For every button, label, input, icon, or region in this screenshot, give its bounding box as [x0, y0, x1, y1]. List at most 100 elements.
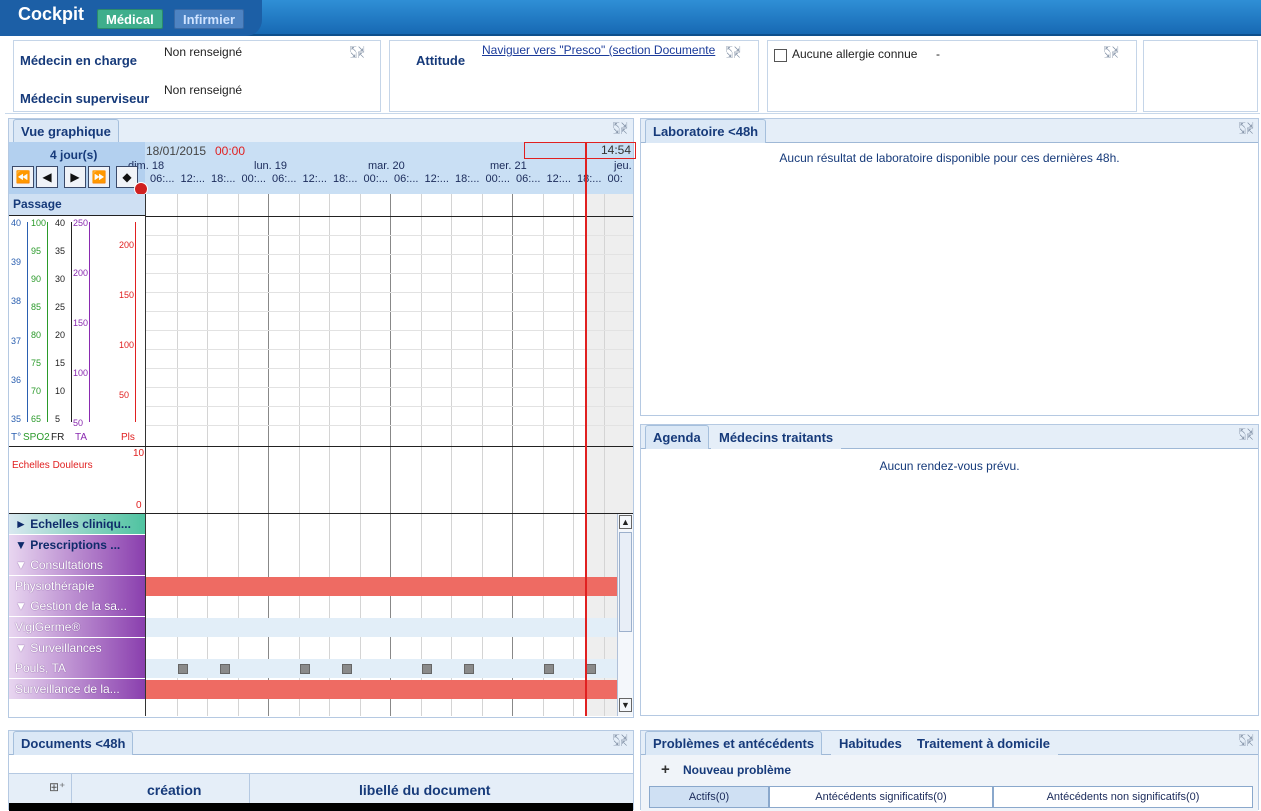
- tab-medical[interactable]: Médical: [97, 9, 163, 29]
- expand-icon[interactable]: ⇱⇲ ⇲⇱: [1104, 46, 1118, 60]
- hour-label: 00:...: [485, 173, 510, 185]
- tab-medecins-traitants[interactable]: Médecins traitants: [711, 425, 842, 449]
- tab-vue-graphique[interactable]: Vue graphique: [13, 119, 119, 143]
- grid-hline: [146, 254, 633, 255]
- period-label[interactable]: 4 jour(s): [50, 148, 97, 162]
- hour-labels: 06:... 12:... 18:... 00:... 06:... 12:... 18:.…: [146, 173, 634, 187]
- documents-header: ⊞⁺ création libellé du document: [9, 773, 633, 804]
- surveillance-marker[interactable]: [178, 664, 188, 675]
- tab-problemes[interactable]: Problèmes et antécédents: [645, 731, 823, 755]
- attitude-link[interactable]: Naviguer vers "Presco" (section Document…: [482, 43, 725, 57]
- medecin-superviseur-value[interactable]: Non renseigné: [164, 83, 242, 97]
- axis-tick: 50: [119, 390, 130, 400]
- tab-traitement[interactable]: Traitement à domicile: [909, 731, 1058, 755]
- surveillance-marker[interactable]: [422, 664, 432, 675]
- surveillance-marker[interactable]: [586, 664, 596, 675]
- info-band: Médecin en charge Non renseigné Médecin …: [5, 36, 1260, 114]
- axis-tick: 30: [55, 274, 66, 284]
- vitals-separator: [9, 446, 633, 447]
- grid-hline: [146, 387, 633, 388]
- grid-hline: [146, 311, 633, 312]
- last-button[interactable]: ⏩: [88, 166, 110, 188]
- expand-icon[interactable]: ⇱⇲ ⇲⇱: [613, 122, 627, 136]
- allergie-label: Aucune allergie connue: [792, 47, 918, 61]
- legend-item: Pls: [121, 432, 135, 443]
- documents-panel: Documents <48h ⇱⇲ ⇲⇱ ⊞⁺ création libellé …: [8, 730, 634, 811]
- axis-tick: 100: [73, 368, 89, 378]
- axis-tick: 150: [119, 290, 135, 300]
- prescription-bars: [146, 514, 617, 700]
- medecin-panel: Médecin en charge Non renseigné Médecin …: [13, 40, 381, 112]
- next-button[interactable]: ▶: [64, 166, 86, 188]
- add-document-icon[interactable]: ⊞⁺: [49, 780, 65, 794]
- axis-tick: 80: [31, 330, 42, 340]
- surveillance-marker[interactable]: [300, 664, 310, 675]
- axis-line: [47, 222, 48, 422]
- tab-infirmier[interactable]: Infirmier: [174, 9, 245, 29]
- tree-row[interactable]: ▼ Gestion de la sa...: [9, 596, 145, 617]
- axis-tick: 5: [55, 414, 61, 424]
- allergie-dash: -: [936, 47, 940, 61]
- tree-row[interactable]: Surveillance de la...: [9, 678, 145, 699]
- expand-icon[interactable]: ⇱⇲ ⇲⇱: [1239, 734, 1253, 748]
- tree-row[interactable]: Physiothérapie: [9, 575, 145, 596]
- expand-icon[interactable]: ⇱⇲ ⇲⇱: [726, 46, 740, 60]
- row-band: [146, 618, 617, 637]
- axis-line: [135, 222, 136, 422]
- day-label: lun. 19: [254, 160, 288, 172]
- graph-tabbar: Vue graphique ⇱⇲ ⇲⇱: [9, 119, 633, 143]
- tree-row[interactable]: VigiGerme®: [9, 617, 145, 637]
- agenda-panel: Agenda Médecins traitants ⇱⇲ ⇲⇱ Aucun ren…: [640, 424, 1259, 716]
- legend-item: TA: [75, 432, 88, 443]
- tab-agenda[interactable]: Agenda: [645, 425, 709, 449]
- axis-tick: 35: [11, 414, 22, 424]
- prescription-bar[interactable]: [146, 576, 617, 596]
- axis-tick: 200: [73, 268, 89, 278]
- subtab-actifs[interactable]: Actifs(0): [649, 786, 769, 808]
- subtab-antecedents-non-significatifs[interactable]: Antécédents non significatifs(0): [993, 786, 1253, 808]
- axis-tick: 20: [55, 330, 66, 340]
- tree-row[interactable]: ▼ Surveillances: [9, 637, 145, 658]
- hour-label: 18:...: [455, 173, 480, 185]
- surveillance-marker[interactable]: [464, 664, 474, 675]
- allergie-checkbox[interactable]: [774, 49, 787, 62]
- prev-button[interactable]: ◀: [36, 166, 58, 188]
- col-libelle[interactable]: libellé du document: [359, 782, 490, 798]
- axis-tick: 40: [55, 218, 66, 228]
- tab-habitudes[interactable]: Habitudes: [831, 731, 910, 755]
- surveillance-marker[interactable]: [544, 664, 554, 675]
- first-button[interactable]: ⏪: [12, 166, 34, 188]
- surveillance-marker[interactable]: [220, 664, 230, 675]
- axis-tick: 70: [31, 386, 42, 396]
- medecin-charge-value[interactable]: Non renseigné: [164, 45, 242, 59]
- surveillance-marker[interactable]: [342, 664, 352, 675]
- tab-laboratoire[interactable]: Laboratoire <48h: [645, 119, 767, 143]
- col-creation[interactable]: création: [147, 782, 201, 798]
- scroll-up-icon[interactable]: ▲: [619, 515, 632, 529]
- subtab-antecedents-significatifs[interactable]: Antécédents significatifs(0): [769, 786, 993, 808]
- scroll-thumb[interactable]: [619, 532, 632, 632]
- tree-scrollbar[interactable]: ▲ ▼: [617, 514, 633, 716]
- tree-row[interactable]: Pouls, TA: [9, 658, 145, 679]
- hour-label: 18:...: [333, 173, 358, 185]
- passage-label: Passage: [13, 197, 62, 211]
- expand-icon[interactable]: ⇱⇲ ⇲⇱: [350, 46, 364, 60]
- tree-row[interactable]: ► Echelles cliniqu...: [9, 514, 145, 534]
- add-icon[interactable]: +: [661, 761, 670, 778]
- scroll-down-icon[interactable]: ▼: [619, 698, 632, 712]
- start-time: 00:00: [215, 144, 246, 158]
- douleur-max: 10: [133, 448, 145, 459]
- passage-row: Passage: [9, 194, 145, 216]
- start-date: 18/01/2015: [146, 144, 207, 158]
- tree-row[interactable]: ▼ Prescriptions ...: [9, 534, 145, 555]
- medecin-superviseur-label: Médecin superviseur: [20, 91, 150, 106]
- expand-icon[interactable]: ⇱⇲ ⇲⇱: [1239, 428, 1253, 442]
- expand-icon[interactable]: ⇱⇲ ⇲⇱: [613, 734, 627, 748]
- grid-hline: [146, 292, 633, 293]
- tree-row[interactable]: ▼ Consultations: [9, 555, 145, 576]
- expand-icon[interactable]: ⇱⇲ ⇲⇱: [1239, 122, 1253, 136]
- tab-documents[interactable]: Documents <48h: [13, 731, 134, 755]
- new-problem-button[interactable]: Nouveau problème: [683, 763, 791, 777]
- hour-label: 12:...: [180, 173, 205, 185]
- prescription-bar[interactable]: [146, 679, 617, 699]
